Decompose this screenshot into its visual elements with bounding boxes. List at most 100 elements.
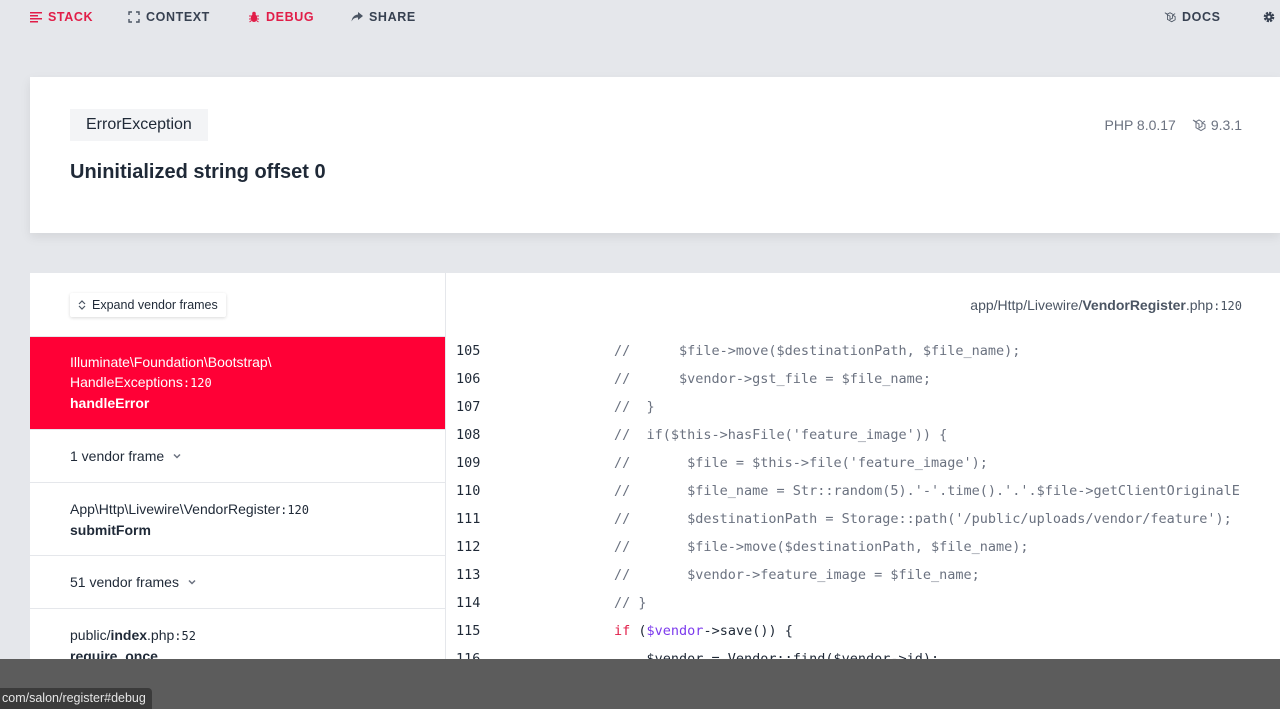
bug-icon [248, 11, 260, 23]
code-line[interactable]: 111 // $destinationPath = Storage::path('… [446, 505, 1280, 533]
line-number: 113 [456, 567, 481, 583]
line-number: 109 [456, 455, 481, 471]
code-line[interactable]: 110 // $file_name = Str::random(5).'-'.ti… [446, 477, 1280, 505]
tab-share[interactable]: SHARE [351, 10, 416, 24]
bottom-overlay [0, 659, 1280, 709]
line-code: // $file = $this->file('feature_image'); [614, 455, 988, 471]
file-path[interactable]: app/Http/Livewire/VendorRegister.php:120 [970, 297, 1242, 313]
exception-message: Uninitialized string offset 0 [70, 161, 326, 183]
frame-line-number: :120 [182, 376, 212, 390]
code-lines: 105 // $file->move($destinationPath, $fil… [446, 337, 1280, 659]
code-line[interactable]: 106 // $vendor->gst_file = $file_name; [446, 365, 1280, 393]
file-path-prefix: app/Http/Livewire/ [970, 297, 1083, 313]
line-code: // if($this->hasFile('feature_image')) { [614, 427, 948, 443]
code-line[interactable]: 116 $vendor = Vendor::find($vendor->id); [446, 645, 1280, 659]
line-code: // $destinationPath = Storage::path('/pu… [614, 511, 1232, 527]
code-line[interactable]: 113 // $vendor->feature_image = $file_nam… [446, 561, 1280, 589]
line-number: 114 [456, 595, 481, 611]
tab-context[interactable]: CONTEXT [128, 10, 210, 24]
file-name: VendorRegister [1082, 297, 1186, 313]
frame-method: submitForm [70, 522, 151, 538]
file-line-ref: :120 [1213, 299, 1242, 313]
code-line[interactable]: 114 // } [446, 589, 1280, 617]
frame-file-name: index [110, 627, 148, 643]
tab-debug-label: DEBUG [266, 10, 315, 24]
expand-row: Expand vendor frames [30, 273, 445, 337]
line-number: 116 [456, 651, 481, 659]
vendor-frames-label: 51 vendor frames [70, 574, 179, 590]
browser-status-url: com/salon/register#debug [0, 688, 152, 709]
gear-icon [1262, 10, 1276, 24]
code-line[interactable]: 105 // $file->move($destinationPath, $fil… [446, 337, 1280, 365]
frames-list[interactable]: Expand vendor frames Illuminate\Foundati… [30, 273, 446, 659]
code-text: ->save()) { [703, 623, 793, 639]
code-keyword: if [614, 623, 631, 639]
frame-file-ext: .php [147, 627, 175, 643]
expand-corners-icon [128, 11, 140, 23]
laravel-version-text: 9.3.1 [1210, 117, 1242, 133]
line-code: // $file->move($destinationPath, $file_n… [614, 539, 1029, 555]
frame-class-line2: HandleExceptions:120 [70, 372, 405, 393]
chevron-down-icon [172, 451, 182, 461]
frame-line-number: :120 [280, 503, 310, 517]
code-line[interactable]: 108 // if($this->hasFile('feature_image')… [446, 421, 1280, 449]
exception-class-badge: ErrorException [70, 109, 208, 141]
stack-frame-active[interactable]: Illuminate\Foundation\Bootstrap\ HandleE… [30, 337, 445, 430]
code-line[interactable]: 112 // $file->move($destinationPath, $fil… [446, 533, 1280, 561]
frame-line-number: :52 [174, 629, 196, 643]
line-number: 107 [456, 399, 481, 415]
code-line[interactable]: 107 // } [446, 393, 1280, 421]
php-version: PHP 8.0.17 [1104, 117, 1176, 133]
stack-trace-card: Expand vendor frames Illuminate\Foundati… [30, 273, 1280, 659]
laravel-logo-icon [1164, 11, 1176, 23]
stack-frame[interactable]: public/index.php:52 require_once [30, 609, 445, 659]
line-code: $vendor = Vendor::find($vendor->id); [614, 651, 940, 659]
frame-method: handleError [70, 395, 150, 411]
code-viewer[interactable]: app/Http/Livewire/VendorRegister.php:120… [446, 273, 1280, 659]
code-fade [1240, 337, 1280, 659]
line-number: 115 [456, 623, 481, 639]
frame-class-name: App\Http\Livewire\VendorRegister [70, 501, 281, 517]
tab-stack[interactable]: STACK [30, 10, 93, 24]
stack-lines-icon [30, 11, 42, 23]
settings-button[interactable] [1262, 10, 1276, 24]
tab-stack-label: STACK [48, 10, 94, 24]
line-number: 111 [456, 511, 481, 527]
error-header-card: ErrorException Uninitialized string offs… [30, 77, 1280, 233]
line-number: 106 [456, 371, 481, 387]
frame-class-line1: Illuminate\Foundation\Bootstrap\ [70, 354, 272, 370]
vendor-frames-label: 1 vendor frame [70, 448, 165, 464]
docs-label: DOCS [1182, 10, 1221, 24]
line-code: // $vendor->feature_image = $file_name; [614, 567, 980, 583]
chevron-down-icon [187, 577, 197, 587]
tab-debug[interactable]: DEBUG [248, 10, 314, 24]
vendor-frames-toggle-1[interactable]: 1 vendor frame [30, 430, 445, 483]
docs-link[interactable]: DOCS [1164, 10, 1221, 24]
line-number: 108 [456, 427, 481, 443]
expand-vendor-frames-button[interactable]: Expand vendor frames [70, 293, 226, 317]
line-number: 105 [456, 343, 481, 359]
laravel-version: 9.3.1 [1192, 117, 1242, 133]
stack-frame[interactable]: App\Http\Livewire\VendorRegister:120 sub… [30, 483, 445, 556]
laravel-logo-icon [1192, 118, 1206, 132]
frame-class-name: HandleExceptions [70, 374, 183, 390]
frame-file-line: public/index.php:52 [70, 625, 405, 646]
expand-vendor-frames-label: Expand vendor frames [92, 298, 218, 312]
vendor-frames-toggle-2[interactable]: 51 vendor frames [30, 556, 445, 609]
line-code: // } [614, 595, 647, 611]
tab-context-label: CONTEXT [146, 10, 210, 24]
frame-method: require_once [70, 648, 158, 659]
line-number: 110 [456, 483, 481, 499]
line-code: // $file->move($destinationPath, $file_n… [614, 343, 1021, 359]
code-line[interactable]: 109 // $file = $this->file('feature_image… [446, 449, 1280, 477]
version-info: PHP 8.0.17 9.3.1 [1105, 117, 1243, 133]
frame-path-prefix: public/ [70, 627, 111, 643]
file-ext: .php [1185, 297, 1214, 313]
code-variable: $vendor [646, 623, 704, 639]
code-line[interactable]: 115 if ($vendor->save()) { [446, 617, 1280, 645]
line-number: 112 [456, 539, 481, 555]
sort-arrows-icon [78, 300, 86, 310]
top-nav: STACK CONTEXT DEBUG SHARE DOCS [0, 0, 1280, 34]
line-code: // } [614, 399, 655, 415]
frame-class-line: App\Http\Livewire\VendorRegister:120 [70, 499, 405, 520]
